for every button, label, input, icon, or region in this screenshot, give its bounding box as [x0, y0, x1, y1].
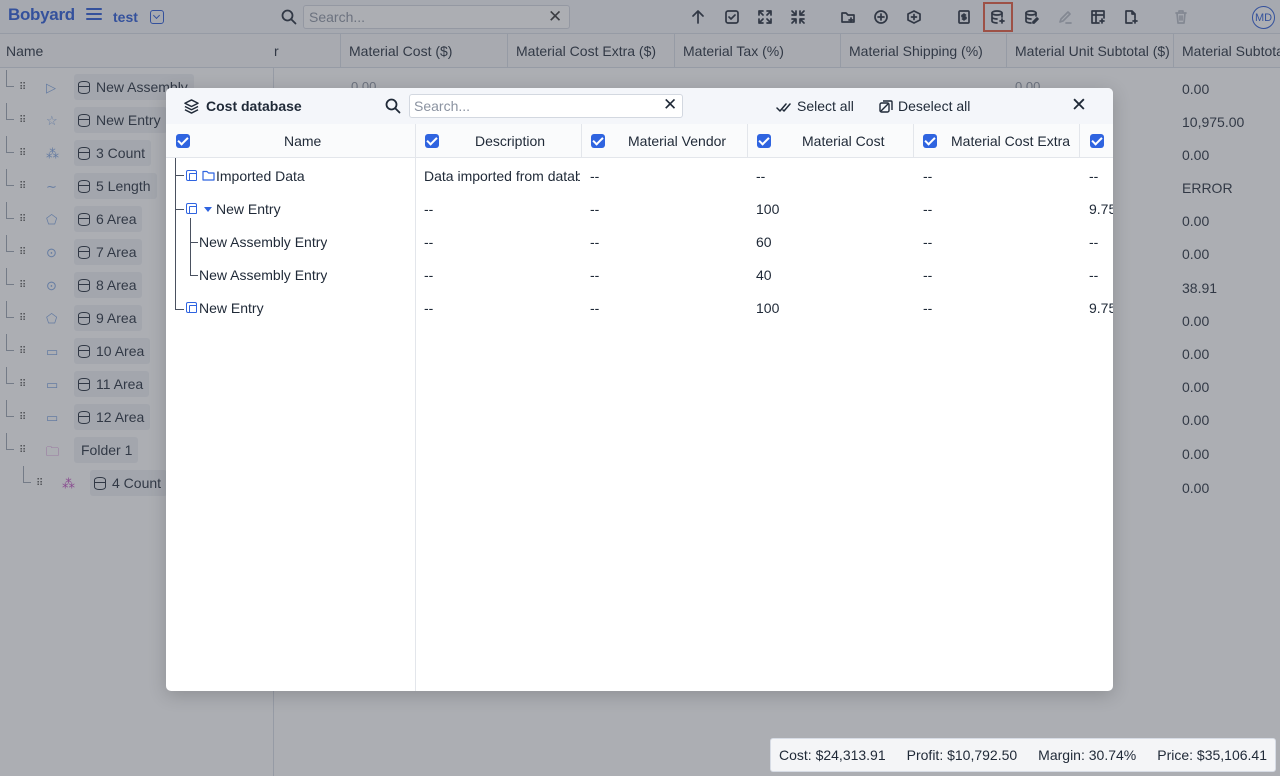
table-row[interactable]: New Assembly Entry -- -- 60 -- -- [166, 225, 1113, 258]
row-material-cost: 40 [756, 267, 772, 283]
deselect-icon [879, 100, 893, 113]
row-next-column: -- [1089, 267, 1099, 283]
row-description: -- [424, 267, 434, 283]
copy-icon[interactable] [186, 302, 197, 313]
row-next-column: 9.75 [1089, 300, 1113, 316]
row-material-cost-extra: -- [923, 201, 933, 217]
checkbox-name[interactable] [176, 134, 190, 148]
table-row[interactable]: Imported Data Data imported from datab -… [166, 159, 1113, 192]
summary-cost: Cost: $24,313.91 [779, 747, 886, 763]
row-material-vendor: -- [590, 234, 600, 250]
column-material-vendor: Material Vendor [582, 124, 748, 158]
row-description: Data imported from datab [424, 168, 580, 184]
search-icon [385, 98, 401, 114]
cost-database-dialog: Cost database ✕ Select all Deselect all … [166, 88, 1113, 691]
dialog-search-input[interactable] [409, 94, 683, 118]
copy-icon[interactable] [186, 203, 197, 214]
double-check-icon [776, 103, 791, 112]
row-next-column: -- [1089, 234, 1099, 250]
row-material-vendor: -- [590, 201, 600, 217]
row-name: Imported Data [216, 168, 305, 184]
row-material-vendor: -- [590, 300, 600, 316]
row-material-vendor: -- [590, 168, 600, 184]
clear-search-icon[interactable]: ✕ [663, 96, 677, 113]
deselect-all-button[interactable]: Deselect all [879, 98, 970, 114]
row-description: -- [424, 201, 434, 217]
row-material-cost: 100 [756, 201, 780, 217]
row-name: New Entry [199, 300, 264, 316]
select-all-button[interactable]: Select all [776, 98, 854, 114]
dialog-header: Cost database ✕ Select all Deselect all … [166, 88, 1113, 124]
checkbox-material-cost[interactable] [757, 134, 771, 148]
copy-icon[interactable] [186, 170, 197, 181]
checkbox-description[interactable] [425, 134, 439, 148]
close-icon[interactable]: ✕ [1071, 96, 1087, 115]
column-description-label: Description [475, 133, 546, 149]
dialog-table-body: Imported Data Data imported from datab -… [166, 158, 1113, 691]
deselect-all-label: Deselect all [898, 98, 971, 114]
column-name-label: Name [284, 133, 322, 149]
row-material-cost: -- [756, 168, 766, 184]
column-next [1080, 124, 1113, 158]
column-material-vendor-label: Material Vendor [628, 133, 727, 149]
row-material-vendor: -- [590, 267, 600, 283]
cost-summary-bar: Cost: $24,313.91 Profit: $10,792.50 Marg… [770, 738, 1276, 772]
row-material-cost-extra: -- [923, 168, 933, 184]
table-row[interactable]: New Assembly Entry -- -- 40 -- -- [166, 258, 1113, 291]
row-material-cost-extra: -- [923, 267, 933, 283]
row-next-column: -- [1089, 168, 1099, 184]
dialog-title: Cost database [206, 98, 302, 114]
row-material-cost: 100 [756, 300, 780, 316]
summary-margin: Margin: 30.74% [1038, 747, 1137, 763]
summary-price: Price: $35,106.41 [1157, 747, 1267, 763]
column-description: Description [416, 124, 582, 158]
column-material-cost-extra-label: Material Cost Extra [951, 133, 1071, 149]
table-row[interactable]: New Entry -- -- 100 -- 9.75 [166, 192, 1113, 225]
chevron-down-icon[interactable] [204, 207, 212, 212]
checkbox-next-column[interactable] [1090, 134, 1104, 148]
column-name: Name [166, 124, 416, 158]
row-next-column: 9.75 [1089, 201, 1113, 217]
table-row[interactable]: New Entry -- -- 100 -- 9.75 [166, 291, 1113, 324]
row-name: New Entry [216, 201, 281, 217]
column-material-cost-label: Material Cost [802, 133, 885, 149]
layers-icon [184, 99, 199, 114]
row-description: -- [424, 300, 434, 316]
row-description: -- [424, 234, 434, 250]
column-material-cost-extra: Material Cost Extra [914, 124, 1080, 158]
row-material-cost: 60 [756, 234, 772, 250]
row-name: New Assembly Entry [199, 234, 328, 250]
column-material-cost: Material Cost [748, 124, 914, 158]
row-material-cost-extra: -- [923, 300, 933, 316]
checkbox-material-vendor[interactable] [591, 134, 605, 148]
dialog-column-header: Name Description Material Vendor Materia… [166, 124, 1113, 158]
folder-icon [202, 170, 215, 181]
select-all-label: Select all [797, 98, 854, 114]
checkbox-material-cost-extra[interactable] [923, 134, 937, 148]
row-name: New Assembly Entry [199, 267, 328, 283]
row-material-cost-extra: -- [923, 234, 933, 250]
summary-profit: Profit: $10,792.50 [906, 747, 1018, 763]
